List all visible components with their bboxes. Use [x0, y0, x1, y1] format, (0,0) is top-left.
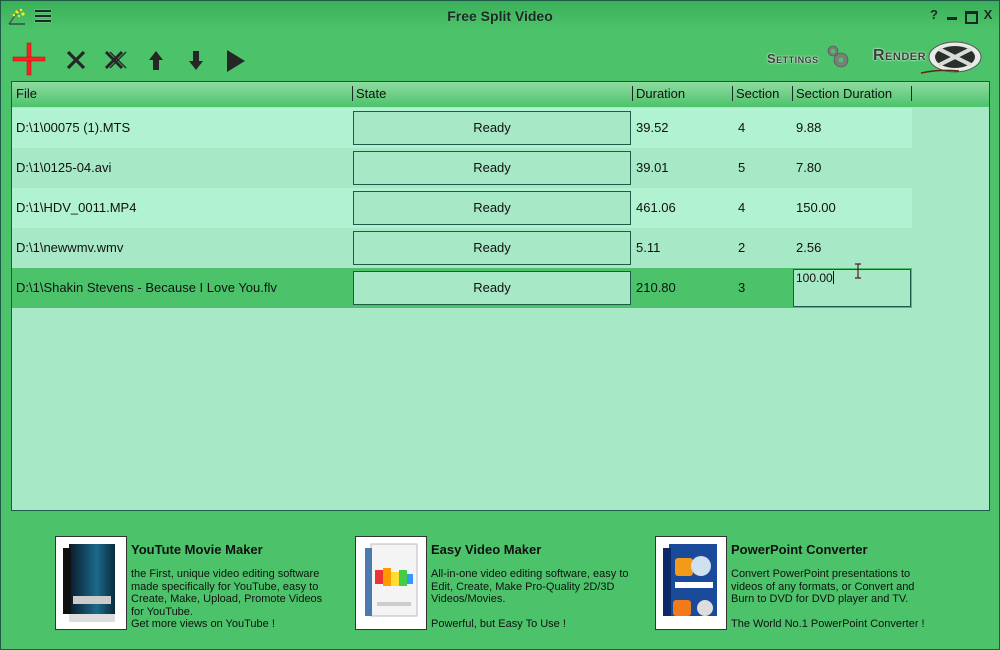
state-status: Ready — [353, 231, 631, 265]
state-status: Ready — [353, 271, 631, 305]
column-header-state[interactable]: State — [352, 82, 632, 107]
state-status: Ready — [353, 191, 631, 225]
product-box-image — [55, 536, 127, 630]
table-row-selected[interactable]: D:\1\Shakin Stevens - Because I Love You… — [12, 268, 912, 308]
state-status: Ready — [353, 111, 631, 145]
file-path: D:\1\00075 (1).MTS — [16, 120, 131, 135]
arrow-down-icon — [189, 51, 203, 70]
text-cursor-icon — [855, 263, 861, 279]
promo-title: PowerPoint Converter — [731, 542, 868, 557]
close-icon[interactable]: X — [981, 8, 995, 22]
promo-description: All-in-one video editing software, easy … — [431, 568, 629, 631]
section-count[interactable]: 3 — [732, 268, 792, 308]
duration: 210.80 — [636, 280, 676, 295]
remove-file-button[interactable] — [59, 41, 95, 77]
gear-icon — [827, 45, 849, 68]
state-status: Ready — [353, 151, 631, 185]
section-duration[interactable]: 150.00 — [792, 188, 912, 228]
promo-description: the First, unique video editing software… — [131, 568, 323, 631]
help-icon[interactable]: ? — [927, 8, 941, 22]
duration: 5.11 — [636, 240, 661, 255]
move-down-button[interactable] — [179, 41, 215, 77]
render-button[interactable]: Render — [869, 37, 985, 77]
column-header-duration[interactable]: Duration — [632, 82, 732, 107]
duration: 39.01 — [636, 160, 669, 175]
promo-youtute-movie-maker[interactable]: YouTute Movie Maker the First, unique vi… — [55, 536, 345, 631]
title-bar: Free Split Video ? X — [1, 1, 999, 31]
text-caret — [832, 271, 834, 284]
column-header-file[interactable]: File — [12, 82, 352, 107]
film-reel-icon — [920, 41, 982, 74]
column-header-section-duration[interactable]: Section Duration — [792, 82, 912, 107]
section-count[interactable]: 4 — [732, 188, 792, 228]
section-duration-cell: 100.00 — [792, 268, 912, 308]
column-divider[interactable] — [911, 86, 912, 101]
minimize-icon[interactable] — [945, 8, 959, 22]
duration: 39.52 — [636, 120, 669, 135]
table-row[interactable]: D:\1\0125-04.avi Ready 39.01 5 7.80 — [12, 148, 912, 188]
remove-all-button[interactable] — [99, 41, 135, 77]
section-duration-input[interactable]: 100.00 — [793, 269, 911, 307]
render-label: Render — [873, 47, 927, 64]
file-path: D:\1\Shakin Stevens - Because I Love You… — [16, 280, 277, 295]
promo-title: Easy Video Maker — [431, 542, 542, 557]
section-duration-value: 100.00 — [796, 271, 833, 285]
play-icon — [227, 50, 245, 72]
table-row[interactable]: D:\1\00075 (1).MTS Ready 39.52 4 9.88 — [12, 108, 912, 148]
state-cell: Ready — [352, 228, 632, 268]
arrow-up-icon — [149, 51, 163, 70]
state-cell: Ready — [352, 108, 632, 148]
section-count[interactable]: 4 — [732, 108, 792, 148]
duration: 461.06 — [636, 200, 676, 215]
promo-easy-video-maker[interactable]: Easy Video Maker All-in-one video editin… — [355, 536, 645, 631]
section-duration[interactable]: 9.88 — [792, 108, 912, 148]
app-window: Free Split Video ? X Settings Render Fil… — [0, 0, 1000, 650]
settings-label: Settings — [767, 51, 819, 66]
plus-icon — [12, 42, 46, 76]
file-path: D:\1\newwmv.wmv — [16, 240, 124, 255]
table-row[interactable]: D:\1\newwmv.wmv Ready 5.11 2 2.56 — [12, 228, 912, 268]
state-cell: Ready — [352, 188, 632, 228]
promo-description: Convert PowerPoint presentations to vide… — [731, 568, 925, 631]
column-header-section[interactable]: Section — [732, 82, 792, 107]
section-duration[interactable]: 2.56 — [792, 228, 912, 268]
promo-title: YouTute Movie Maker — [131, 542, 263, 557]
maximize-icon[interactable] — [963, 8, 978, 24]
section-duration[interactable]: 7.80 — [792, 148, 912, 188]
file-list-grid[interactable]: File State Duration Section Section Dura… — [11, 81, 990, 511]
move-up-button[interactable] — [139, 41, 175, 77]
section-count[interactable]: 2 — [732, 228, 792, 268]
product-box-image — [355, 536, 427, 630]
double-x-icon — [104, 50, 127, 70]
play-button[interactable] — [218, 41, 254, 77]
table-row[interactable]: D:\1\HDV_0011.MP4 Ready 461.06 4 150.00 — [12, 188, 912, 228]
section-count[interactable]: 5 — [732, 148, 792, 188]
window-title: Free Split Video — [447, 8, 553, 24]
state-cell: Ready — [352, 148, 632, 188]
promo-powerpoint-converter[interactable]: PowerPoint Converter Convert PowerPoint … — [655, 536, 955, 631]
file-path: D:\1\0125-04.avi — [16, 160, 112, 175]
grid-header: File State Duration Section Section Dura… — [12, 82, 989, 107]
add-file-button[interactable] — [11, 41, 47, 77]
settings-button[interactable]: Settings — [765, 43, 851, 73]
x-icon — [66, 50, 86, 70]
product-box-image — [655, 536, 727, 630]
file-path: D:\1\HDV_0011.MP4 — [16, 200, 137, 215]
state-cell: Ready — [352, 268, 632, 308]
